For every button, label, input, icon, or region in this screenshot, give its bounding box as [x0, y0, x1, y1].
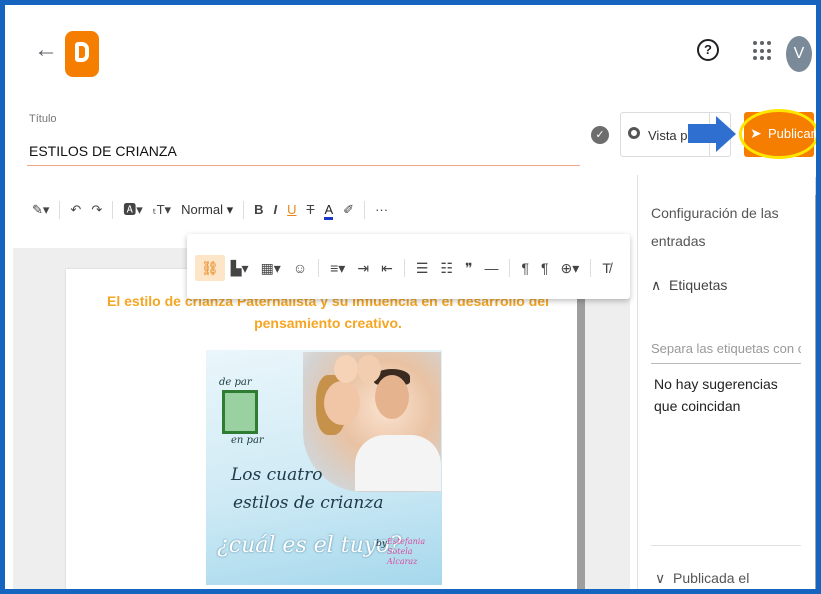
language-icon[interactable]: ⊕▾	[555, 255, 586, 281]
published-label: Publicada el	[673, 570, 750, 586]
strikethrough-button[interactable]: T	[302, 197, 320, 223]
window-logo-icon	[222, 390, 258, 434]
toolbar-divider	[243, 201, 245, 219]
image-text: ¿cuál es el tuyo?	[217, 533, 402, 558]
clear-format-icon[interactable]: T̸	[596, 255, 617, 281]
link-icon[interactable]: ⛓	[195, 255, 225, 281]
toolbar-divider	[318, 259, 320, 277]
title-input[interactable]: ESTILOS DE CRIANZA	[29, 143, 177, 159]
image-text: estilos de crianza	[233, 493, 384, 513]
toolbar-divider	[112, 201, 114, 219]
align-icon[interactable]: ≡▾	[324, 255, 351, 281]
annotation-arrow-icon	[716, 116, 736, 152]
eye-icon	[628, 127, 640, 139]
saved-check-icon: ✓	[591, 126, 609, 144]
toolbar-divider	[403, 259, 405, 277]
rtl-icon[interactable]: ¶	[535, 255, 555, 281]
font-icon[interactable]: 🅰▾	[118, 197, 148, 223]
image-icon[interactable]: ▙▾	[225, 255, 255, 281]
quote-icon[interactable]: ❞	[459, 255, 479, 281]
italic-button[interactable]: I	[269, 197, 283, 223]
text-color-button[interactable]: A	[324, 202, 334, 220]
image-text: de par	[219, 377, 252, 388]
photo-face	[357, 355, 381, 383]
highlight-pen-icon[interactable]: ✐	[338, 197, 359, 223]
undo-icon[interactable]: ↶	[65, 197, 86, 223]
toolbar-divider	[59, 201, 61, 219]
emoji-icon[interactable]: ☺	[287, 255, 313, 281]
underline-button[interactable]: U	[282, 197, 301, 223]
tags-label: Etiquetas	[669, 277, 728, 293]
tags-section-toggle[interactable]: ∧ Etiquetas	[651, 277, 727, 294]
title-label: Título	[29, 113, 57, 125]
settings-title: Configuración de las entradas	[651, 205, 779, 249]
highlight-ring	[739, 109, 816, 159]
blogger-logo-b-icon	[75, 42, 89, 62]
image-text: by	[376, 539, 387, 549]
published-section-toggle[interactable]: ∨ Publicada el	[655, 570, 749, 587]
settings-divider	[651, 545, 801, 546]
image-author: Estefania Sotela Alcaraz	[387, 537, 426, 566]
no-suggestions-text: No hay sugerencias que coincidan	[654, 376, 778, 414]
font-size-icon[interactable]: ₜT▾	[148, 197, 176, 223]
insert-toolbar-row: ⛓ ▙▾ ▦▾ ☺ ≡▾ ⇥ ⇤ ☰ ☷ ❞ — ¶ ¶ ⊕▾ T̸	[195, 255, 617, 281]
chevron-down-icon: ∨	[655, 570, 666, 586]
image-text: en par	[231, 435, 264, 446]
redo-icon[interactable]: ↷	[86, 197, 107, 223]
help-icon[interactable]: ?	[697, 39, 719, 61]
indent-decrease-icon[interactable]: ⇤	[375, 255, 399, 281]
video-icon[interactable]: ▦▾	[255, 255, 287, 281]
chevron-up-icon: ∧	[651, 277, 662, 293]
bold-button[interactable]: B	[249, 197, 268, 223]
settings-scrollbar-thumb[interactable]	[815, 195, 816, 589]
editor-scrollbar[interactable]	[577, 295, 585, 589]
back-arrow-icon[interactable]: ←	[31, 35, 61, 65]
avatar[interactable]: V	[786, 36, 812, 72]
numbered-list-icon[interactable]: ☷	[434, 255, 459, 281]
photo-shirt	[355, 435, 441, 491]
toolbar-divider	[364, 201, 366, 219]
tags-input-underline	[651, 363, 801, 364]
paragraph-style-select[interactable]: Normal ▾	[176, 197, 238, 223]
formatting-toolbar: ✎▾ ↶ ↷ 🅰▾ ₜT▾ Normal ▾ B I U T A ✐ ···	[27, 197, 393, 223]
photo-face	[334, 355, 358, 383]
image-text: Los cuatro	[231, 465, 323, 485]
pen-icon[interactable]: ✎▾	[27, 197, 54, 223]
more-options-icon[interactable]: ···	[370, 197, 393, 223]
toolbar-divider	[590, 259, 592, 277]
title-underline	[27, 165, 580, 166]
horizontal-rule-icon[interactable]: —	[478, 255, 504, 281]
app-frame: ← ? V Título ESTILOS DE CRIANZA ✓ Vista …	[0, 0, 821, 594]
tags-input[interactable]: Separa las etiquetas con c...	[651, 341, 801, 356]
annotation-arrow-shaft	[688, 124, 717, 143]
ltr-icon[interactable]: ¶	[515, 255, 535, 281]
indent-increase-icon[interactable]: ⇥	[351, 255, 375, 281]
toolbar-divider	[509, 259, 511, 277]
bullet-list-icon[interactable]: ☰	[410, 255, 435, 281]
photo-face	[324, 381, 360, 425]
apps-grid-icon[interactable]	[753, 41, 773, 61]
photo-face	[375, 375, 409, 419]
